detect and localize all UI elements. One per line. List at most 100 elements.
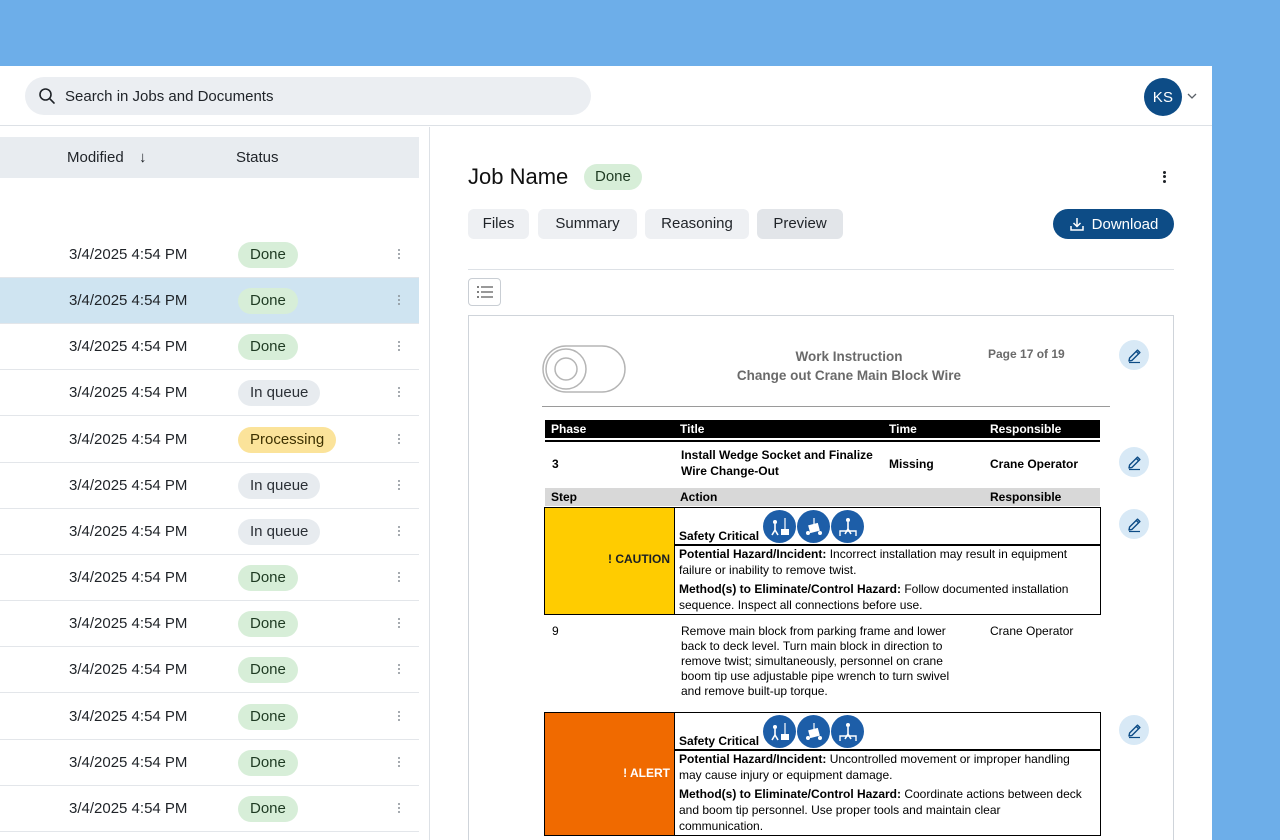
table-row[interactable]: 3/4/2025 4:54 PMDone — [0, 740, 419, 786]
caution-method-line1: Method(s) to Eliminate/Control Hazard: F… — [679, 582, 1068, 597]
status-badge: Done — [584, 164, 642, 190]
step-table-header: Step Action Responsible — [545, 488, 1100, 506]
fall-protection-icon — [831, 715, 864, 748]
table-row[interactable]: 3/4/2025 4:54 PMDone — [0, 786, 419, 832]
header-action: Action — [680, 490, 718, 504]
header-step-responsible: Responsible — [990, 490, 1062, 504]
table-row[interactable]: 3/4/2025 4:54 PMDone — [0, 647, 419, 693]
header-rule — [542, 406, 1110, 407]
more-options-icon[interactable] — [396, 247, 402, 263]
table-row[interactable]: 3/4/2025 4:54 PMDone — [0, 555, 419, 601]
divider — [468, 269, 1174, 270]
table-row[interactable]: 3/4/2025 4:54 PMDone — [0, 601, 419, 647]
company-logo — [542, 345, 626, 393]
step-number: 9 — [552, 624, 559, 638]
more-options-icon[interactable] — [396, 293, 402, 309]
status-badge: Done — [238, 334, 298, 360]
edit-alert-button[interactable] — [1119, 715, 1149, 745]
caution-divider — [675, 544, 1100, 546]
tab-preview[interactable]: Preview — [757, 209, 843, 239]
chevron-down-icon[interactable] — [1186, 90, 1198, 102]
job-title: Job Name — [468, 164, 569, 189]
edit-phase-button[interactable] — [1119, 447, 1149, 477]
page-number: Page 17 of 19 — [988, 347, 1065, 361]
alert-method-line3: communication. — [679, 819, 764, 833]
table-row[interactable]: 3/4/2025 4:54 PM In queue — [0, 509, 419, 555]
search-bar[interactable]: Search in Jobs and Documents — [25, 77, 591, 115]
more-options-icon[interactable] — [396, 570, 402, 586]
step-action-line: and remove built-up torque. — [681, 684, 828, 698]
table-row[interactable]: 3/4/2025 4:54 PM Done — [0, 278, 419, 324]
alert-method-line1: Method(s) to Eliminate/Control Hazard: C… — [679, 787, 1082, 802]
status-badge: In queue — [238, 519, 321, 545]
table-row[interactable]: 3/4/2025 4:54 PMDone — [0, 694, 419, 740]
method-label: Method(s) to Eliminate/Control Hazard: — [679, 787, 901, 801]
caution-hazard-line1: Potential Hazard/Incident: Incorrect ins… — [679, 547, 1067, 562]
table-row[interactable]: 3/4/2025 4:54 PM In queue — [0, 370, 419, 416]
more-options-icon[interactable] — [396, 755, 402, 771]
alert-hazard-line2: may cause injury or equipment damage. — [679, 768, 893, 782]
more-options-icon[interactable] — [396, 339, 402, 355]
hazard-handling-icon — [797, 715, 830, 748]
document-title-line1: Work Instruction — [795, 349, 903, 364]
more-options-icon[interactable] — [396, 432, 402, 448]
alert-content: Safety Critical Potential Hazard/Inciden… — [675, 713, 1100, 835]
table-row[interactable]: 3/4/2025 4:54 PM In queue — [0, 463, 419, 509]
status-badge: Done — [238, 750, 298, 776]
more-options-icon[interactable] — [396, 616, 402, 632]
caution-method-line2: sequence. Inspect all connections before… — [679, 598, 923, 612]
search-icon — [39, 88, 55, 104]
table-row[interactable]: 3/4/2025 4:54 PM Done — [0, 324, 419, 370]
download-button[interactable]: Download — [1053, 209, 1174, 239]
modified-date: 3/4/2025 4:54 PM — [69, 384, 188, 401]
more-options-icon[interactable] — [396, 524, 402, 540]
phase-time: Missing — [889, 457, 934, 471]
modified-date: 3/4/2025 4:54 PM — [69, 523, 188, 540]
table-of-contents-button[interactable] — [468, 278, 501, 306]
tab-files[interactable]: Files — [468, 209, 529, 239]
tab-reasoning[interactable]: Reasoning — [645, 209, 749, 239]
caution-label: ! CAUTION — [608, 552, 670, 566]
avatar[interactable]: KS — [1144, 78, 1182, 116]
header-time: Time — [889, 422, 917, 436]
header-title: Title — [680, 422, 705, 436]
header-phase: Phase — [551, 422, 587, 436]
app-window: Search in Jobs and Documents KS Modified… — [0, 66, 1212, 840]
method-text: Follow documented installation — [901, 582, 1069, 596]
hazard-text: Uncontrolled movement or improper handli… — [826, 752, 1070, 766]
document-preview[interactable]: Work Instruction Change out Crane Main B… — [468, 315, 1174, 840]
pencil-icon — [1127, 348, 1141, 363]
status-badge: In queue — [238, 473, 321, 499]
status-badge: Done — [238, 657, 298, 683]
more-options-icon[interactable] — [396, 385, 402, 401]
edit-header-button[interactable] — [1119, 340, 1149, 370]
document-title: Work Instruction Change out Crane Main B… — [669, 347, 1029, 385]
caution-box: ! CAUTION Safety Critical Potential Haza… — [544, 507, 1101, 615]
sort-arrow-icon[interactable]: ↓ — [139, 149, 147, 166]
modified-date: 3/4/2025 4:54 PM — [69, 292, 188, 309]
more-options-icon[interactable] — [1161, 169, 1167, 187]
column-status[interactable]: Status — [236, 149, 279, 166]
table-row[interactable]: 3/4/2025 4:54 PMDone — [0, 832, 419, 840]
hazard-label: Potential Hazard/Incident: — [679, 752, 827, 766]
caution-label-cell: ! CAUTION — [545, 508, 675, 614]
step-action-line: back to deck level. Turn main block in d… — [681, 639, 943, 653]
status-badge: Done — [238, 288, 298, 314]
table-row[interactable]: 3/4/2025 4:54 PM Processing — [0, 417, 419, 463]
more-options-icon[interactable] — [396, 709, 402, 725]
more-options-icon[interactable] — [396, 801, 402, 817]
pencil-icon — [1127, 455, 1141, 470]
safety-icons — [763, 510, 864, 543]
edit-caution-button[interactable] — [1119, 509, 1149, 539]
table-row[interactable]: 3/4/2025 4:54 PMDone — [0, 232, 419, 278]
header-responsible: Responsible — [990, 422, 1062, 436]
tab-summary[interactable]: Summary — [538, 209, 637, 239]
phase-title-line2: Wire Change-Out — [681, 464, 779, 478]
more-options-icon[interactable] — [396, 478, 402, 494]
safety-critical-label: Safety Critical — [679, 734, 760, 748]
modified-date: 3/4/2025 4:54 PM — [69, 431, 188, 448]
modified-date: 3/4/2025 4:54 PM — [69, 338, 188, 355]
more-options-icon[interactable] — [396, 662, 402, 678]
column-modified[interactable]: Modified — [67, 149, 124, 166]
search-input[interactable]: Search in Jobs and Documents — [65, 88, 273, 105]
